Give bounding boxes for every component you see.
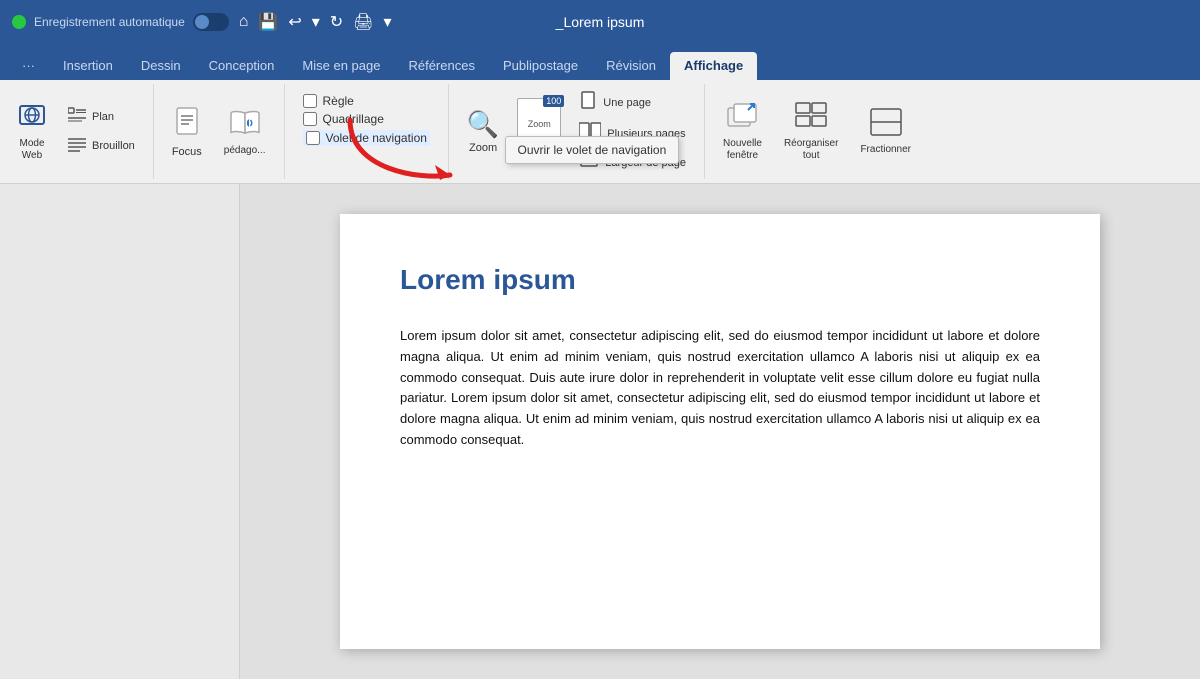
volet-navigation-checkbox-row[interactable]: Volet de navigation [303, 130, 430, 146]
left-sidebar [0, 184, 240, 679]
windows-items: Nouvellefenêtre Réorganisertout [715, 88, 919, 175]
une-page-button[interactable]: Une page [571, 88, 694, 117]
pedagogique-label: pédago... [224, 145, 266, 156]
navigation-tooltip: Ouvrir le volet de navigation [505, 136, 680, 164]
quadrillage-checkbox[interactable] [303, 112, 317, 126]
doc-title: _Lorem ipsum [556, 14, 645, 30]
nouvelle-fenetre-icon [726, 102, 758, 136]
regle-checkbox[interactable] [303, 94, 317, 108]
plan-button[interactable]: Plan [60, 104, 143, 131]
doc-title: Lorem ipsum [400, 264, 1040, 296]
autosave-label: Enregistrement automatique [34, 15, 185, 29]
nouvelle-fenetre-label: Nouvellefenêtre [723, 138, 762, 162]
doc-area: Lorem ipsum Lorem ipsum dolor sit amet, … [240, 184, 1200, 679]
focus-icon [173, 106, 201, 144]
home-icon[interactable]: ⌂ [237, 11, 251, 33]
ribbon-group-show: Règle Quadrillage Volet de navigation Ou… [285, 84, 449, 179]
undo-icon[interactable]: ↩ [286, 10, 303, 34]
autosave-toggle[interactable] [193, 13, 229, 31]
pedagogique-button[interactable]: pédago... [216, 103, 274, 160]
ribbon-tabs: ··· Insertion Dessin Conception Mise en … [0, 44, 1200, 80]
quadrillage-label: Quadrillage [323, 112, 384, 126]
title-bar: Enregistrement automatique ⌂ 💾 ↩ ▾ ↻ 🖨 ▾… [0, 0, 1200, 44]
ribbon-group-zoom: 🔍 Zoom 100 Zoom Zoom100 % [449, 84, 705, 179]
mode-web-icon [18, 102, 46, 136]
zoom100-sublabel: Zoom [528, 119, 551, 129]
volet-navigation-label: Volet de navigation [326, 131, 427, 145]
tab-conception[interactable]: Conception [195, 52, 289, 80]
fractionner-button[interactable]: Fractionner [852, 104, 919, 159]
tab-mise-en-page[interactable]: Mise en page [288, 52, 394, 80]
reorganiser-tout-label: Réorganisertout [784, 138, 838, 162]
une-page-icon [579, 91, 597, 114]
more-icon[interactable]: ▾ [382, 10, 394, 34]
fractionner-icon [870, 108, 902, 142]
ribbon-group-views: ModeWeb Plan [0, 84, 154, 179]
zoom-button[interactable]: 🔍 Zoom [459, 105, 507, 158]
plan-brouillon-col: Plan Brouillon [60, 104, 143, 160]
title-bar-left: Enregistrement automatique ⌂ 💾 ↩ ▾ ↻ 🖨 ▾ [12, 10, 546, 34]
traffic-light-green[interactable] [12, 15, 26, 29]
plan-icon [68, 107, 86, 128]
regle-label: Règle [323, 94, 354, 108]
ribbon-group-windows: Nouvellefenêtre Réorganisertout [705, 84, 929, 179]
tab-revision[interactable]: Révision [592, 52, 670, 80]
show-checkboxes: Règle Quadrillage Volet de navigation [295, 88, 438, 152]
doc-page: Lorem ipsum Lorem ipsum dolor sit amet, … [340, 214, 1100, 649]
regle-checkbox-row[interactable]: Règle [303, 94, 430, 108]
ribbon-group-immersive: Focus pédago... [154, 84, 285, 179]
brouillon-label: Brouillon [92, 140, 135, 152]
mode-web-button[interactable]: ModeWeb [10, 98, 54, 166]
brouillon-button[interactable]: Brouillon [60, 133, 143, 160]
reorganiser-tout-button[interactable]: Réorganisertout [776, 98, 846, 166]
quadrillage-checkbox-row[interactable]: Quadrillage [303, 112, 430, 126]
save-icon[interactable]: 💾 [256, 10, 280, 34]
tab-publipostage[interactable]: Publipostage [489, 52, 592, 80]
toggle-dot [195, 15, 209, 29]
toolbar-icons: ⌂ 💾 ↩ ▾ ↻ 🖨 ▾ [237, 10, 394, 34]
print-icon[interactable]: 🖨 [351, 10, 375, 34]
doc-body: Lorem ipsum dolor sit amet, consectetur … [400, 326, 1040, 451]
zoom-icon: 🔍 [467, 109, 499, 140]
nouvelle-fenetre-button[interactable]: Nouvellefenêtre [715, 98, 770, 166]
tab-ellipsis[interactable]: ··· [8, 52, 49, 80]
zoom100-box[interactable]: 100 Zoom [517, 98, 561, 142]
brouillon-icon [68, 136, 86, 157]
main-content: Lorem ipsum Lorem ipsum dolor sit amet, … [0, 184, 1200, 679]
une-page-label: Une page [603, 97, 651, 109]
redo-icon[interactable]: ↻ [328, 10, 345, 34]
undo-dropdown-icon[interactable]: ▾ [310, 10, 322, 34]
tab-dessin[interactable]: Dessin [127, 52, 195, 80]
reorganiser-tout-icon [795, 102, 827, 136]
tooltip-text: Ouvrir le volet de navigation [518, 143, 667, 157]
fractionner-label: Fractionner [860, 144, 911, 155]
views-items: ModeWeb Plan [10, 88, 143, 175]
focus-label: Focus [172, 146, 202, 158]
tab-affichage[interactable]: Affichage [670, 52, 757, 80]
volet-navigation-checkbox[interactable] [306, 131, 320, 145]
tab-references[interactable]: Références [394, 52, 488, 80]
plan-label: Plan [92, 111, 114, 123]
pedagogique-icon [229, 107, 261, 143]
zoom100-badge: 100 [543, 95, 564, 107]
focus-button[interactable]: Focus [164, 102, 210, 162]
immersive-items: Focus pédago... [164, 88, 274, 175]
zoom-label: Zoom [469, 142, 497, 154]
ribbon-content: ModeWeb Plan [0, 80, 1200, 184]
tab-insertion[interactable]: Insertion [49, 52, 127, 80]
mode-web-label: ModeWeb [19, 138, 44, 162]
